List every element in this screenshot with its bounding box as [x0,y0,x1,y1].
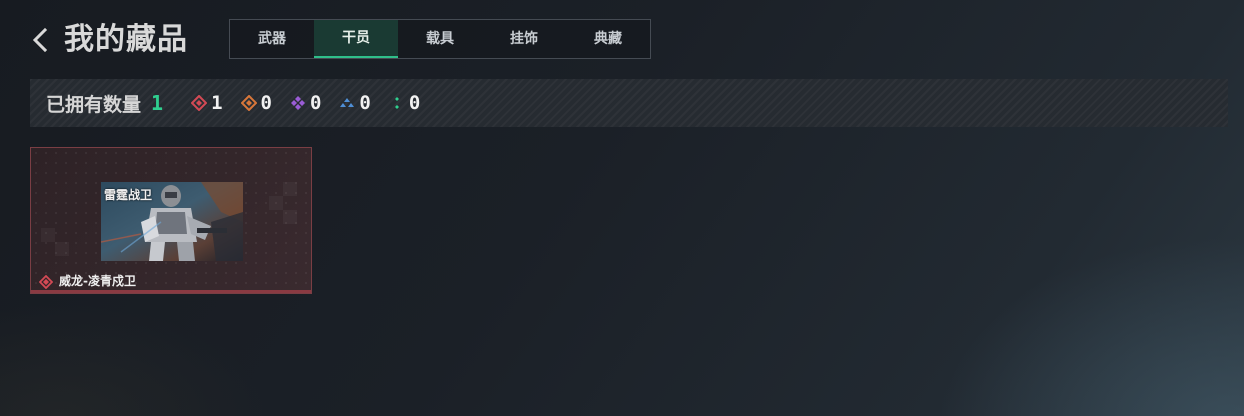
red-diamond-icon [190,94,208,112]
card-decoration [283,182,297,196]
tab-charms[interactable]: 挂饰 [482,20,566,58]
page-title: 我的藏品 [64,22,188,57]
rarity-count-value: 0 [309,92,322,114]
category-tabs: 武器 干员 载具 挂饰 典藏 [229,19,651,59]
red-diamond-icon [38,274,54,289]
thumbnail-logo: 雷霆战卫 [104,188,153,202]
rarity-count-value: 0 [359,92,371,114]
card-decoration [269,196,283,210]
chevron-left-icon [32,27,48,53]
rarity-count-value: 0 [260,92,272,114]
rarity-count-blue: 0 [339,92,371,114]
blue-triangle-icon [339,95,355,111]
owned-count-total: 1 [151,91,164,115]
item-name: 威龙-凌青戍卫 [59,274,136,288]
tab-vehicles[interactable]: 载具 [398,20,482,58]
item-card[interactable]: 雷霆战卫 威龙-凌青戍卫 [30,147,312,294]
rarity-count-purple: 0 [290,92,321,114]
orange-diamond-icon [240,94,257,112]
rarity-count-orange: 0 [240,92,272,114]
green-dots-icon [389,95,405,111]
rarity-count-value: 1 [211,92,223,114]
rarity-count-green: 0 [389,92,420,114]
rarity-count-red: 1 [190,92,223,114]
rarity-counts: 1 0 0 0 0 [190,92,438,114]
card-decoration [55,242,69,256]
card-decoration [41,228,55,242]
back-button[interactable] [30,26,52,54]
item-thumbnail: 雷霆战卫 [101,182,243,261]
purple-diamond-icon [290,95,306,111]
item-name-row: 威龙-凌青戍卫 [38,272,136,289]
tab-collection[interactable]: 典藏 [566,20,650,58]
tab-operators[interactable]: 干员 [314,20,398,58]
owned-count-bar: 已拥有数量 1 1 0 0 0 0 [30,79,1228,127]
owned-count-label: 已拥有数量 [46,93,142,116]
rarity-count-value: 0 [408,92,421,114]
card-decoration [283,210,297,224]
tab-weapons[interactable]: 武器 [230,20,314,58]
